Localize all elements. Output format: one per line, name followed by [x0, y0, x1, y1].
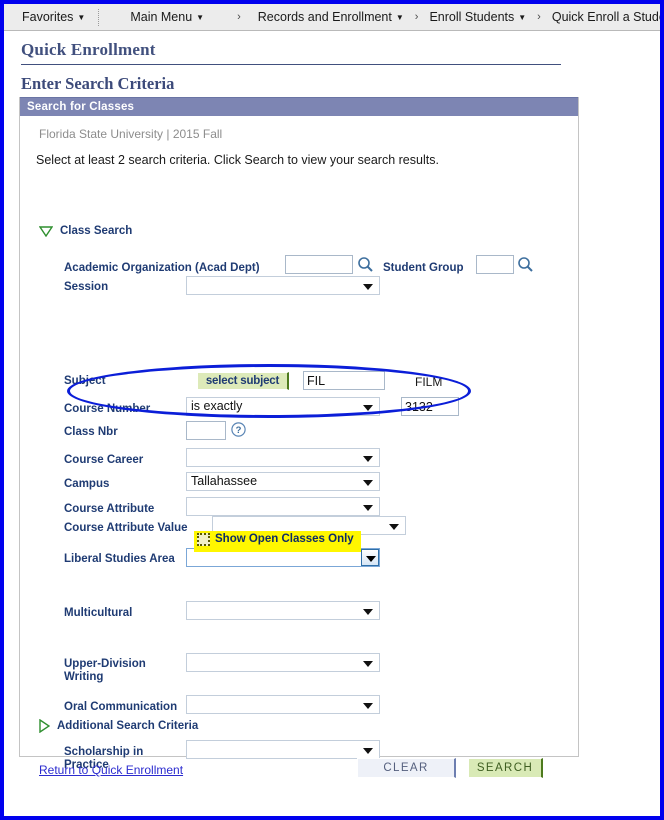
show-open-classes-label: Show Open Classes Only: [215, 533, 354, 545]
chevron-down-icon: [389, 524, 399, 530]
chevron-down-icon: [363, 284, 373, 290]
chevron-down-icon[interactable]: [361, 549, 379, 566]
search-for-classes-panel: Search for Classes Florida State Univers…: [19, 97, 579, 778]
upper-division-writing-label-line1: Upper-Division: [64, 658, 146, 670]
show-open-classes-checkbox[interactable]: [197, 533, 210, 546]
multicultural-dropdown[interactable]: [186, 601, 380, 620]
question-mark-icon[interactable]: ?: [231, 422, 246, 437]
additional-search-criteria-label: Additional Search Criteria: [57, 720, 199, 732]
class-search-section-label: Class Search: [60, 225, 133, 237]
page-body: Quick Enrollment Enter Search Criteria S…: [8, 32, 660, 816]
magnifier-icon[interactable]: [357, 256, 374, 273]
select-subject-button[interactable]: select subject: [197, 372, 289, 390]
return-to-quick-enrollment-link[interactable]: Return to Quick Enrollment: [39, 763, 183, 777]
session-label: Session: [64, 281, 109, 293]
search-button[interactable]: SEARCH: [468, 758, 543, 778]
breadcrumb-arrow-icon: ›: [537, 11, 541, 23]
liberal-studies-area-label: Liberal Studies Area: [64, 553, 175, 565]
course-number-operator-value: is exactly: [191, 399, 243, 413]
chevron-down-icon: [363, 748, 373, 754]
upper-division-writing-dropdown[interactable]: [186, 653, 380, 672]
svg-text:?: ?: [236, 425, 242, 436]
breadcrumb-quick-enroll-a-student-label: Quick Enroll a Student: [551, 10, 664, 24]
course-attribute-value-label: Course Attribute Value: [64, 522, 188, 534]
subject-description: FILM: [415, 375, 443, 389]
additional-search-criteria-toggle[interactable]: Additional Search Criteria: [39, 719, 198, 733]
section-title: Enter Search Criteria: [21, 74, 175, 93]
breadcrumb-arrow-icon: ›: [414, 11, 419, 23]
subject-label: Subject: [64, 375, 106, 387]
clear-button[interactable]: CLEAR: [357, 758, 456, 778]
nav-main-menu[interactable]: Main Menu ▼: [123, 4, 211, 30]
scholarship-in-practice-label-line1: Scholarship in: [64, 746, 144, 758]
chevron-down-icon: [363, 480, 373, 486]
breadcrumb-arrow-icon: ›: [237, 11, 241, 23]
session-dropdown[interactable]: [186, 276, 380, 295]
chevron-down-icon: [363, 609, 373, 615]
chevron-down-icon: ▼: [518, 13, 527, 22]
course-number-input[interactable]: [401, 397, 459, 416]
course-number-label: Course Number: [64, 403, 151, 415]
panel-header: Search for Classes: [20, 97, 578, 116]
student-group-input[interactable]: [476, 255, 514, 274]
nav-main-menu-label: Main Menu: [130, 10, 193, 24]
upper-division-writing-label-line2: Writing: [64, 671, 104, 683]
course-career-label: Course Career: [64, 454, 144, 466]
multicultural-label: Multicultural: [64, 607, 133, 619]
institution-term-context: Florida State University | 2015 Fall: [39, 127, 223, 141]
course-attribute-label: Course Attribute: [64, 503, 155, 515]
instructions-text: Select at least 2 search criteria. Click…: [36, 153, 439, 167]
nav-divider: [98, 8, 100, 26]
chevron-down-icon: ▼: [196, 13, 205, 22]
chevron-down-icon: ▼: [77, 13, 86, 22]
acad-org-label: Academic Organization (Acad Dept): [64, 262, 260, 274]
breadcrumb-enroll-students[interactable]: Enroll Students ▼: [422, 4, 533, 30]
show-open-classes-highlight-tail: [194, 548, 361, 552]
breadcrumb-records-and-enrollment-label: Records and Enrollment: [257, 10, 392, 24]
breadcrumb-records-and-enrollment[interactable]: Records and Enrollment ▼: [251, 4, 411, 30]
course-career-dropdown[interactable]: [186, 448, 380, 467]
search-button-label: SEARCH: [476, 762, 534, 774]
nav-favorites[interactable]: Favorites ▼: [15, 4, 92, 30]
clear-button-label: CLEAR: [383, 762, 429, 774]
panel-header-label: Search for Classes: [27, 101, 135, 113]
student-group-label: Student Group: [383, 262, 464, 274]
breadcrumb-enroll-students-label: Enroll Students: [429, 10, 515, 24]
chevron-down-icon: [363, 703, 373, 709]
scholarship-in-practice-dropdown[interactable]: [186, 740, 380, 759]
triangle-right-icon: [39, 719, 50, 733]
campus-dropdown[interactable]: Tallahassee: [186, 472, 380, 491]
campus-value: Tallahassee: [191, 474, 258, 488]
magnifier-icon[interactable]: [517, 256, 534, 273]
top-navigation-bar: Favorites ▼ Main Menu ▼ › Records and En…: [4, 4, 660, 31]
oral-communication-dropdown[interactable]: [186, 695, 380, 714]
class-nbr-label: Class Nbr: [64, 426, 118, 438]
upper-division-writing-label: Upper-Division Writing: [64, 658, 146, 684]
chevron-down-icon: [363, 405, 373, 411]
chevron-down-icon: [363, 505, 373, 511]
subject-code-input[interactable]: [303, 371, 385, 390]
page-title: Quick Enrollment: [21, 40, 561, 65]
oral-communication-label: Oral Communication: [64, 701, 178, 713]
screenshot-root: Favorites ▼ Main Menu ▼ › Records and En…: [0, 0, 664, 820]
triangle-down-icon: [39, 225, 53, 237]
breadcrumb-quick-enroll-a-student[interactable]: Quick Enroll a Student: [545, 4, 664, 30]
nav-favorites-label: Favorites: [22, 10, 74, 24]
chevron-down-icon: [363, 661, 373, 667]
select-subject-button-label: select subject: [205, 375, 280, 387]
course-attribute-dropdown[interactable]: [186, 497, 380, 516]
chevron-down-icon: [363, 456, 373, 462]
acad-org-input[interactable]: [285, 255, 353, 274]
class-nbr-input[interactable]: [186, 421, 226, 440]
campus-label: Campus: [64, 478, 110, 490]
chevron-down-icon: ▼: [395, 13, 404, 22]
course-number-operator-dropdown[interactable]: is exactly: [186, 397, 380, 416]
class-search-section-toggle[interactable]: Class Search: [39, 225, 132, 237]
